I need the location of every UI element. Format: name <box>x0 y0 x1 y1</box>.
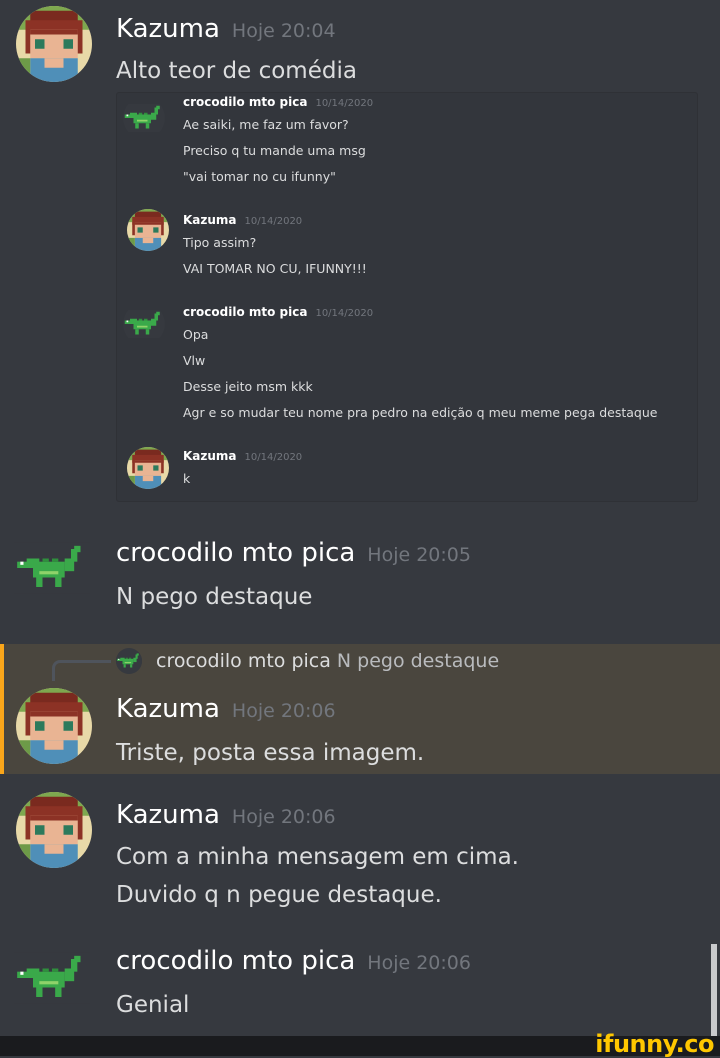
embed-header: Kazuma 10/14/2020 <box>183 449 302 463</box>
author-name[interactable]: Kazuma <box>116 694 220 724</box>
ifunny-watermark: ifunny.co <box>595 1030 714 1058</box>
kazuma-avatar-small <box>127 447 169 489</box>
embed-time: 10/14/2020 <box>244 216 303 227</box>
message-text: Duvido q n pegue destaque. <box>116 882 442 908</box>
embed-author: Kazuma <box>183 449 237 463</box>
message-text: Com a minha mensagem em cima. <box>116 844 519 870</box>
message-header: Kazuma Hoje 20:06 <box>116 800 336 830</box>
author-name[interactable]: Kazuma <box>116 800 220 830</box>
kazuma-avatar[interactable] <box>16 792 92 868</box>
croc-avatar[interactable] <box>14 530 90 606</box>
embed-line: Desse jeito msm kkk <box>183 379 313 394</box>
embed-line: k <box>183 471 191 486</box>
timestamp: Hoje 20:04 <box>231 20 336 42</box>
author-name[interactable]: crocodilo mto pica <box>116 538 355 568</box>
croc-avatar-small <box>123 97 165 139</box>
kazuma-avatar[interactable] <box>16 6 92 82</box>
author-name[interactable]: Kazuma <box>116 14 220 44</box>
embed-header: crocodilo mto pica 10/14/2020 <box>183 95 373 109</box>
author-name[interactable]: crocodilo mto pica <box>116 946 355 976</box>
embed-line: Preciso q tu mande uma msg <box>183 143 366 158</box>
pixel-crocodile-icon <box>123 303 165 345</box>
kazuma-avatar-small <box>127 209 169 251</box>
reply-author: crocodilo mto pica <box>156 650 331 672</box>
timestamp: Hoje 20:06 <box>367 952 471 974</box>
pixel-crocodile-icon <box>116 648 142 674</box>
embed-author: crocodilo mto pica <box>183 305 308 319</box>
embed-author: Kazuma <box>183 213 237 227</box>
pixel-crocodile-icon <box>123 97 165 139</box>
pixel-character-icon <box>16 6 92 82</box>
message-header: Kazuma Hoje 20:04 <box>116 14 336 44</box>
message-header: crocodilo mto pica Hoje 20:05 <box>116 538 471 568</box>
pixel-crocodile-icon <box>14 940 90 1016</box>
message-text: Genial <box>116 992 190 1018</box>
pixel-crocodile-icon <box>14 530 90 606</box>
embed-line: VAI TOMAR NO CU, IFUNNY!!! <box>183 261 367 276</box>
message-text: Alto teor de comédia <box>116 58 357 84</box>
reply-croc-avatar <box>116 648 142 674</box>
embed-line: "vai tomar no cu ifunny" <box>183 169 336 184</box>
timestamp: Hoje 20:05 <box>367 544 471 566</box>
scrollbar[interactable] <box>711 944 717 1036</box>
timestamp: Hoje 20:06 <box>231 806 336 828</box>
pixel-character-icon <box>127 447 169 489</box>
croc-avatar[interactable] <box>14 940 90 1016</box>
embed-header: Kazuma 10/14/2020 <box>183 213 302 227</box>
embed-line: Agr e so mudar teu nome pra pedro na edi… <box>183 405 658 420</box>
message-text: Triste, posta essa imagem. <box>116 740 425 766</box>
embed-line: Ae saiki, me faz um favor? <box>183 117 349 132</box>
message-header: Kazuma Hoje 20:06 <box>116 694 336 724</box>
reply-text: N pego destaque <box>336 650 500 672</box>
croc-avatar-small <box>123 303 165 345</box>
embed-line: Tipo assim? <box>183 235 257 250</box>
embed-time: 10/14/2020 <box>244 452 303 463</box>
kazuma-avatar[interactable] <box>16 688 92 764</box>
embed-author: crocodilo mto pica <box>183 95 308 109</box>
pixel-character-icon <box>16 688 92 764</box>
pixel-character-icon <box>16 792 92 868</box>
embed-time: 10/14/2020 <box>315 98 374 109</box>
message-header: crocodilo mto pica Hoje 20:06 <box>116 946 471 976</box>
message-text: N pego destaque <box>116 584 313 610</box>
timestamp: Hoje 20:06 <box>231 700 336 722</box>
reply-connector <box>52 660 111 681</box>
pixel-character-icon <box>127 209 169 251</box>
embed-time: 10/14/2020 <box>315 308 374 319</box>
reply-preview[interactable]: crocodilo mto pica N pego destaque <box>156 650 499 672</box>
embed-line: Vlw <box>183 353 206 368</box>
embed-header: crocodilo mto pica 10/14/2020 <box>183 305 373 319</box>
embedded-screenshot[interactable]: crocodilo mto pica 10/14/2020 Ae saiki, m… <box>116 92 698 502</box>
embed-line: Opa <box>183 327 209 342</box>
